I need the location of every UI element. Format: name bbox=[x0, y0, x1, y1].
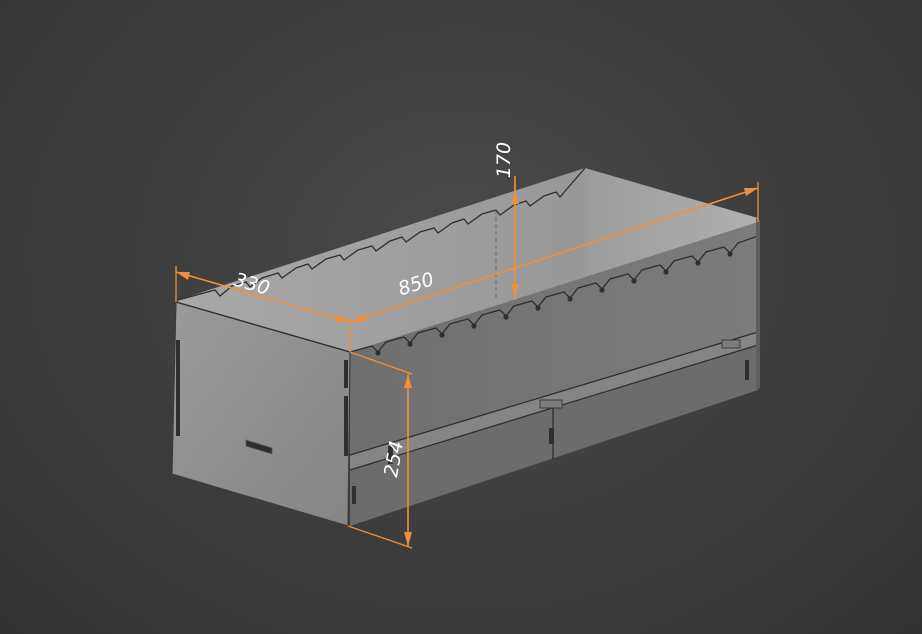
tray-tab bbox=[539, 399, 563, 409]
end-panel-slot-right-upper bbox=[344, 360, 348, 388]
tray-slot-middle bbox=[549, 428, 554, 444]
dimension-wall-height-label: 170 bbox=[493, 142, 515, 178]
tray-tab-right bbox=[721, 339, 741, 349]
end-panel-slot-left bbox=[176, 340, 180, 436]
grill-box-model: 330 850 170 254 bbox=[171, 142, 760, 549]
tray-slot-right bbox=[745, 360, 749, 380]
cad-viewport[interactable]: 330 850 170 254 bbox=[0, 0, 922, 634]
right-end-edge bbox=[756, 218, 760, 390]
tray-slot-end bbox=[352, 486, 356, 504]
end-panel-slot-right-lower bbox=[344, 396, 348, 456]
